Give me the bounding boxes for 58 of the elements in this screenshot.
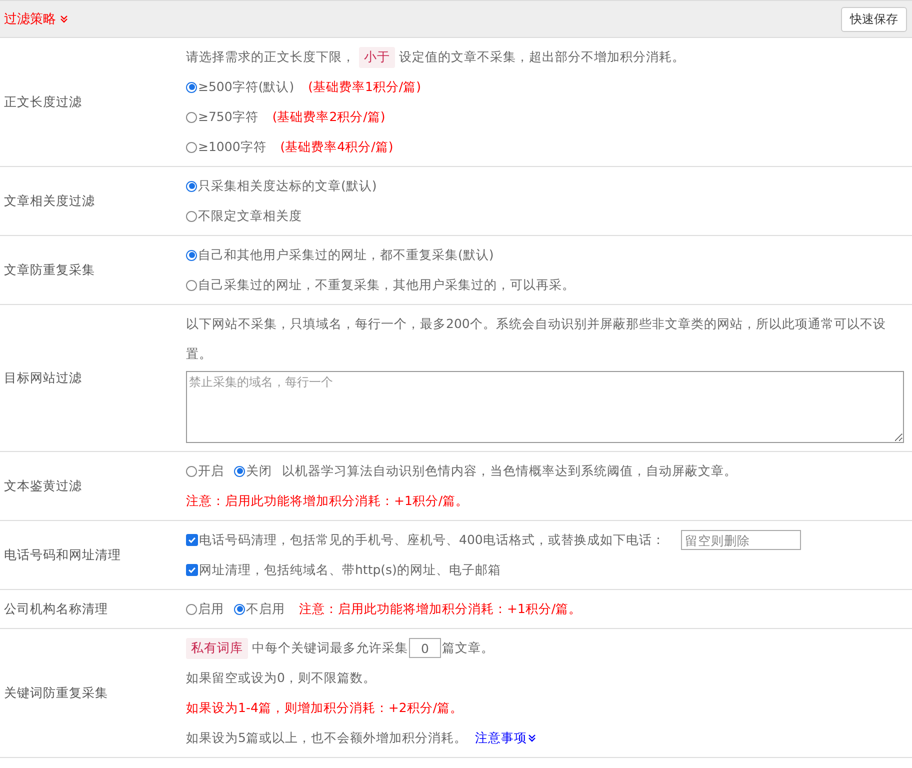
row-label: 电话号码和网址清理 — [4, 546, 121, 564]
warning-text: 注意：启用此功能将增加积分消耗：+1积分/篇。 — [186, 492, 469, 510]
row-label: 文章相关度过滤 — [4, 192, 95, 210]
radio-option[interactable]: ≥1000字符 — [186, 138, 266, 156]
warning-text: 注意：启用此功能将增加积分消耗：+1积分/篇。 — [299, 600, 582, 618]
radio-option[interactable]: 不启用 — [234, 600, 285, 618]
checkbox-option[interactable]: 网址清理，包括纯域名、带http(s)的网址、电子邮箱 — [186, 562, 501, 578]
radio-icon[interactable] — [186, 466, 197, 476]
double-chevron-icon — [528, 734, 536, 742]
warning-text: (基础费率2积分/篇) — [272, 108, 386, 126]
radio-icon[interactable] — [186, 250, 197, 260]
checkbox-option[interactable]: 电话号码清理，包括常见的手机号、座机号、400电话格式，或替换成如下电话： — [186, 532, 665, 548]
radio-icon[interactable] — [186, 210, 197, 222]
quick-save-button[interactable]: 快速保存 — [841, 6, 907, 32]
radio-icon[interactable] — [186, 142, 197, 152]
double-chevron-icon — [60, 15, 68, 23]
row-label: 文本鉴黄过滤 — [4, 478, 82, 494]
notes-link[interactable]: 注意事项 — [474, 730, 536, 746]
radio-option[interactable]: 自己采集过的网址，不重复采集，其他用户采集过的，可以再采。 — [186, 276, 575, 294]
radio-option[interactable]: 关闭 — [234, 462, 272, 480]
row-label: 关键词防重复采集 — [4, 684, 108, 702]
warning-text: 如果设为1-4篇，则增加积分消耗：+2积分/篇。 — [186, 699, 464, 717]
radio-option[interactable]: 不限定文章相关度 — [186, 208, 302, 224]
radio-option[interactable]: ≥500字符(默认) — [186, 78, 294, 96]
domain-textarea[interactable]: 禁止采集的域名，每行一个 — [186, 371, 904, 443]
radio-icon[interactable] — [234, 466, 245, 476]
radio-option[interactable]: 开启 — [186, 462, 224, 480]
warning-text: (基础费率4积分/篇) — [280, 138, 394, 156]
description-text: 如果设为5篇或以上，也不会额外增加积分消耗。 — [186, 729, 467, 747]
radio-option[interactable]: ≥750字符 — [186, 108, 258, 126]
description-text: 请选择需求的正文长度下限， — [186, 48, 355, 66]
description-text: 中每个关键词最多允许采集 — [252, 639, 408, 657]
radio-icon[interactable] — [186, 180, 197, 192]
description-text: 以机器学习算法自动识别色情内容，当色情概率达到系统阈值，自动屏蔽文章。 — [282, 462, 737, 480]
checkbox-icon[interactable] — [186, 534, 198, 546]
row-label: 目标网站过滤 — [4, 370, 82, 386]
radio-option[interactable]: 启用 — [186, 600, 224, 618]
row-label: 文章防重复采集 — [4, 262, 95, 278]
number-input-field[interactable]: 0 — [409, 638, 441, 658]
section-title[interactable]: 过滤策略 — [4, 10, 68, 28]
radio-icon[interactable] — [186, 82, 197, 92]
row-label: 公司机构名称清理 — [4, 600, 108, 618]
keyword-tag: 小于 — [359, 46, 395, 68]
radio-icon[interactable] — [186, 604, 197, 614]
radio-option[interactable]: 只采集相关度达标的文章(默认) — [186, 178, 377, 194]
radio-icon[interactable] — [186, 280, 197, 290]
radio-icon[interactable] — [234, 604, 245, 614]
checkbox-icon[interactable] — [186, 564, 198, 576]
radio-icon[interactable] — [186, 112, 197, 122]
description-text: 以下网站不采集，只填域名，每行一个，最多200个。系统会自动识别并屏蔽那些非文章类的网站，所以此项通常可以不设置。 — [186, 315, 887, 363]
description-text: 篇文章。 — [442, 639, 494, 657]
radio-option[interactable]: 自己和其他用户采集过的网址，都不重复采集(默认) — [186, 246, 494, 264]
warning-text: (基础费率1积分/篇) — [308, 78, 422, 96]
phone-input-field[interactable]: 留空则删除 — [680, 530, 801, 550]
keyword-tag: 私有词库 — [186, 638, 248, 658]
row-label: 正文长度过滤 — [4, 94, 82, 110]
description-text: 如果留空或设为0，则不限篇数。 — [186, 669, 376, 687]
description-text: 设定值的文章不采集，超出部分不增加积分消耗。 — [399, 48, 685, 66]
